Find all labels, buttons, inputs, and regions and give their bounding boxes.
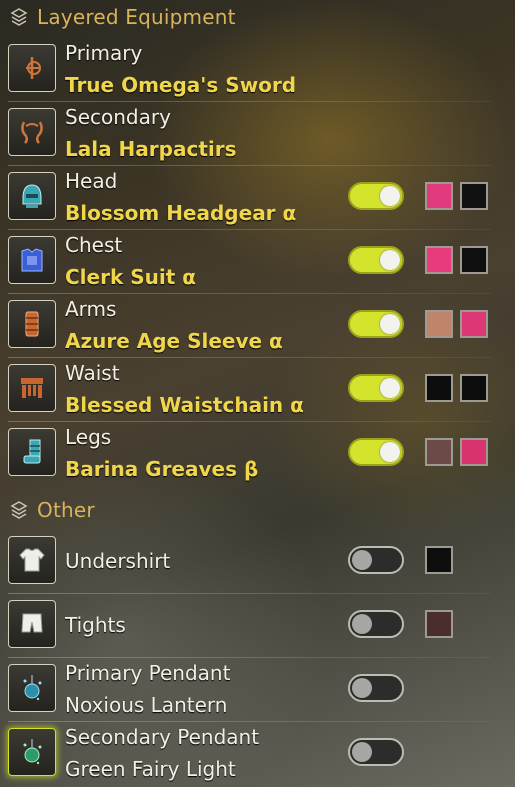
tights-visibility-toggle[interactable] — [348, 610, 404, 638]
slot-label: Undershirt — [65, 549, 171, 573]
equipment-name: Azure Age Sleeve α — [65, 329, 283, 353]
toggle-knob — [380, 186, 400, 206]
chest-slot[interactable] — [8, 236, 56, 284]
pendant-name: Green Fairy Light — [65, 757, 236, 781]
toggle-knob — [352, 742, 372, 762]
section-title: Layered Equipment — [37, 5, 236, 29]
primary-pendant-slot[interactable] — [8, 664, 56, 712]
waist-slot[interactable] — [8, 364, 56, 412]
slot-label: Legs — [65, 425, 112, 449]
equipment-row-head[interactable]: Head Blossom Headgear α — [0, 166, 500, 230]
slot-label: Waist — [65, 361, 120, 385]
other-row-primary-pendant[interactable]: Primary Pendant Noxious Lantern — [0, 658, 500, 722]
arms-color-swatch-2[interactable] — [460, 310, 488, 338]
equipment-name: Blessed Waistchain α — [65, 393, 304, 417]
equipment-row-primary[interactable]: Primary True Omega's Sword — [0, 38, 500, 102]
section-title: Other — [37, 498, 95, 522]
slot-label: Arms — [65, 297, 117, 321]
slot-label: Primary Pendant — [65, 661, 231, 685]
other-row-secondary-pendant[interactable]: Secondary Pendant Green Fairy Light — [0, 722, 500, 786]
undershirt-slot[interactable] — [8, 536, 56, 584]
head-visibility-toggle[interactable] — [348, 182, 404, 210]
gauntlet-icon — [25, 311, 39, 337]
waist-armor-icon — [21, 378, 43, 398]
equipment-name: True Omega's Sword — [65, 73, 297, 97]
toggle-knob — [352, 550, 372, 570]
undershirt-color-swatch[interactable] — [425, 546, 453, 574]
other-row-undershirt[interactable]: Undershirt — [0, 530, 500, 594]
primary-slot[interactable] — [8, 44, 56, 92]
slot-label: Tights — [65, 613, 126, 637]
equipment-name: Blossom Headgear α — [65, 201, 297, 225]
toggle-knob — [380, 378, 400, 398]
waist-color-swatch-2[interactable] — [460, 374, 488, 402]
slot-label: Head — [65, 169, 118, 193]
head-slot[interactable] — [8, 172, 56, 220]
chest-armor-icon — [21, 248, 43, 272]
pendant-icon — [23, 739, 42, 765]
legs-visibility-toggle[interactable] — [348, 438, 404, 466]
other-row-tights[interactable]: Tights — [0, 594, 500, 658]
sword-icon — [26, 57, 41, 79]
head-color-swatch-2[interactable] — [460, 182, 488, 210]
helmet-icon — [22, 184, 42, 208]
undershirt-visibility-toggle[interactable] — [348, 546, 404, 574]
tights-slot[interactable] — [8, 600, 56, 648]
diamond-stack-icon — [10, 8, 28, 26]
equipment-name: Lala Harpactirs — [65, 137, 237, 161]
equipment-row-arms[interactable]: Arms Azure Age Sleeve α — [0, 294, 500, 358]
diamond-stack-icon — [10, 501, 28, 519]
arms-color-swatch-1[interactable] — [425, 310, 453, 338]
legs-color-swatch-2[interactable] — [460, 438, 488, 466]
secondary-pendant-visibility-toggle[interactable] — [348, 738, 404, 766]
chest-visibility-toggle[interactable] — [348, 246, 404, 274]
pendant-name: Noxious Lantern — [65, 693, 228, 717]
waist-color-swatch-1[interactable] — [425, 374, 453, 402]
toggle-knob — [380, 314, 400, 334]
slot-label: Chest — [65, 233, 123, 257]
equipment-row-chest[interactable]: Chest Clerk Suit α — [0, 230, 500, 294]
shorts-icon — [21, 613, 43, 633]
equipment-name: Barina Greaves β — [65, 457, 259, 481]
equipment-row-secondary[interactable]: Secondary Lala Harpactirs — [0, 102, 500, 166]
section-header-layered: Layered Equipment — [0, 0, 515, 34]
primary-pendant-visibility-toggle[interactable] — [348, 674, 404, 702]
section-header-other: Other — [0, 493, 515, 527]
chest-color-swatch-2[interactable] — [460, 246, 488, 274]
slot-label: Secondary Pendant — [65, 725, 260, 749]
slot-label: Secondary — [65, 105, 171, 129]
pendant-icon — [23, 675, 42, 701]
shirt-icon — [19, 548, 45, 572]
greaves-icon — [23, 439, 41, 464]
claws-icon — [21, 121, 43, 144]
secondary-slot[interactable] — [8, 108, 56, 156]
tights-color-swatch[interactable] — [425, 610, 453, 638]
arms-visibility-toggle[interactable] — [348, 310, 404, 338]
equipment-name: Clerk Suit α — [65, 265, 196, 289]
toggle-knob — [352, 678, 372, 698]
chest-color-swatch-1[interactable] — [425, 246, 453, 274]
waist-visibility-toggle[interactable] — [348, 374, 404, 402]
equipment-row-waist[interactable]: Waist Blessed Waistchain α — [0, 358, 500, 422]
legs-slot[interactable] — [8, 428, 56, 476]
head-color-swatch-1[interactable] — [425, 182, 453, 210]
toggle-knob — [380, 442, 400, 462]
slot-label: Primary — [65, 41, 143, 65]
arms-slot[interactable] — [8, 300, 56, 348]
secondary-pendant-slot[interactable] — [8, 728, 56, 776]
toggle-knob — [352, 614, 372, 634]
equipment-row-legs[interactable]: Legs Barina Greaves β — [0, 422, 500, 486]
toggle-knob — [380, 250, 400, 270]
legs-color-swatch-1[interactable] — [425, 438, 453, 466]
